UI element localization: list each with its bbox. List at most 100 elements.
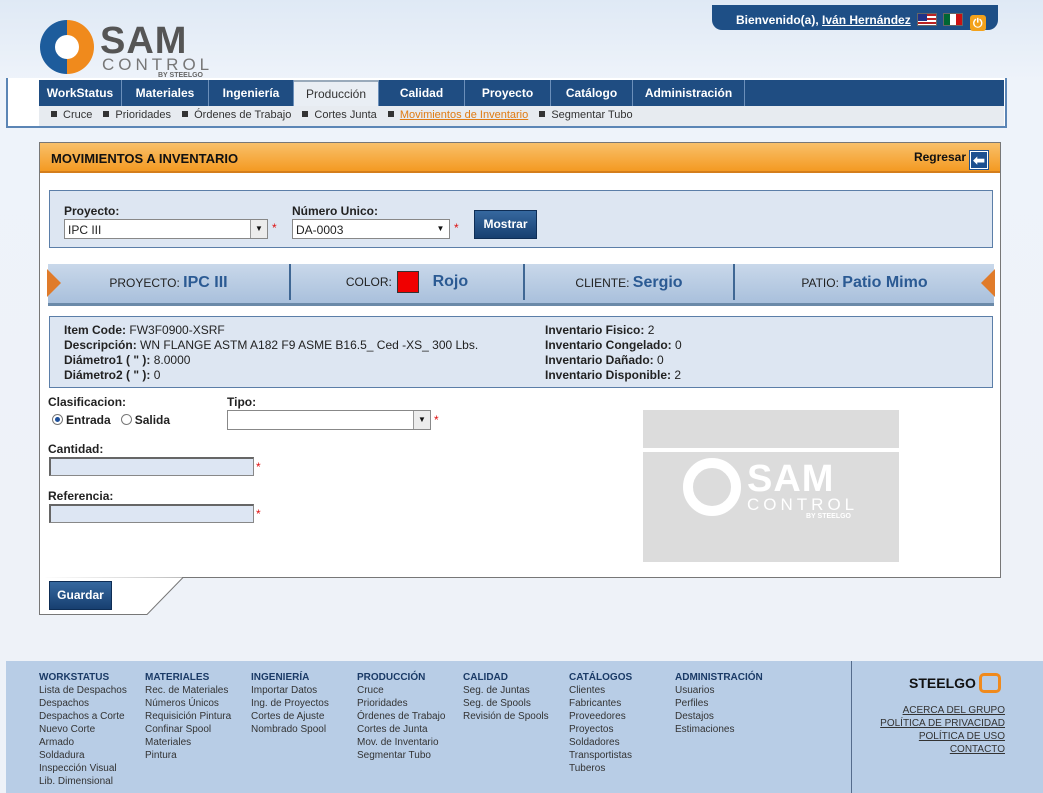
- nav-catalogo[interactable]: Catálogo: [551, 80, 633, 106]
- footer-link[interactable]: Importar Datos: [251, 684, 329, 697]
- nav-ingenieria[interactable]: Ingeniería: [209, 80, 294, 106]
- footer-link[interactable]: Perfiles: [675, 697, 763, 710]
- item-code-label: Item Code:: [64, 323, 127, 337]
- nav-calidad[interactable]: Calidad: [379, 80, 465, 106]
- footer-link[interactable]: Lista de Despachos: [39, 684, 127, 697]
- footer-link[interactable]: Nuevo Corte: [39, 723, 127, 736]
- tipo-select[interactable]: ▼: [227, 410, 431, 430]
- footer-link[interactable]: Números Únicos: [145, 697, 231, 710]
- descripcion-value: WN FLANGE ASTM A182 F9 ASME B16.5_ Ced -…: [140, 338, 479, 352]
- referencia-input[interactable]: [49, 504, 254, 523]
- subnav-segmentar[interactable]: Segmentar Tubo: [551, 109, 632, 121]
- us-flag-icon[interactable]: [917, 13, 938, 26]
- inv-fisico-line: Inventario Fisico: 2: [545, 323, 654, 337]
- chevron-down-icon[interactable]: ▼: [250, 220, 267, 238]
- back-arrow-icon[interactable]: ⬅: [969, 150, 989, 170]
- footer-link[interactable]: Nombrado Spool: [251, 723, 329, 736]
- steelgo-logo[interactable]: STEELGO: [909, 673, 1001, 693]
- footer-link[interactable]: Prioridades: [357, 697, 445, 710]
- mostrar-button[interactable]: Mostrar: [474, 210, 537, 239]
- bullet-icon: [387, 111, 394, 117]
- footer-link[interactable]: Cortes de Ajuste: [251, 710, 329, 723]
- footer-link[interactable]: Cortes de Junta: [357, 723, 445, 736]
- guardar-button[interactable]: Guardar: [49, 581, 112, 610]
- footer-link[interactable]: Ing. de Proyectos: [251, 697, 329, 710]
- arrow-left-icon: [47, 269, 61, 297]
- band-patio: PATIO: Patio Mimo: [735, 264, 994, 300]
- user-name-link[interactable]: Iván Hernández: [822, 13, 911, 27]
- radio-salida[interactable]: [120, 414, 132, 425]
- band-cliente-label: CLIENTE:: [575, 276, 630, 290]
- footer-link[interactable]: Revisión de Spools: [463, 710, 549, 723]
- footer-link[interactable]: Requisición Pintura: [145, 710, 231, 723]
- inv-congelado-label: Inventario Congelado:: [545, 338, 672, 352]
- footer-link[interactable]: Soldadores: [569, 736, 632, 749]
- radio-entrada[interactable]: [52, 414, 63, 425]
- sam-control-logo[interactable]: SAM CONTROL BY STEELGO: [38, 18, 218, 80]
- welcome-bar: Bienvenido(a), Iván Hernández ⏻: [712, 5, 998, 31]
- footer-link[interactable]: Transportistas: [569, 749, 632, 762]
- footer-link[interactable]: Seg. de Juntas: [463, 684, 549, 697]
- footer-link[interactable]: Fabricantes: [569, 697, 632, 710]
- numero-unico-select[interactable]: DA-0003 ▼: [292, 219, 450, 239]
- footer-link[interactable]: Cruce: [357, 684, 445, 697]
- subnav-movimientos[interactable]: Movimientos de Inventario: [400, 109, 528, 121]
- footer-link[interactable]: Despachos a Corte: [39, 710, 127, 723]
- nav-workstatus[interactable]: WorkStatus: [39, 80, 122, 106]
- back-link[interactable]: Regresar ⬅: [914, 150, 989, 170]
- diametro2-value: 0: [153, 368, 161, 382]
- numero-unico-value: DA-0003: [296, 223, 344, 237]
- footer-link[interactable]: Clientes: [569, 684, 632, 697]
- chevron-down-icon[interactable]: ▼: [432, 220, 449, 238]
- mx-flag-icon[interactable]: [943, 13, 964, 26]
- inv-disponible-line: Inventario Disponible: 2: [545, 368, 681, 382]
- footer-link[interactable]: Despachos: [39, 697, 127, 710]
- footer-link[interactable]: Órdenes de Trabajo: [357, 710, 445, 723]
- footer-link[interactable]: Mov. de Inventario: [357, 736, 445, 749]
- diametro1-label: Diámetro1 ( " ):: [64, 353, 151, 367]
- inv-congelado-line: Inventario Congelado: 0: [545, 338, 682, 352]
- cantidad-input[interactable]: [49, 457, 254, 476]
- entrada-label[interactable]: Entrada: [66, 413, 111, 427]
- footer-link[interactable]: Usuarios: [675, 684, 763, 697]
- back-label[interactable]: Regresar: [914, 150, 966, 164]
- subnav-ordenes[interactable]: Órdenes de Trabajo: [194, 109, 291, 121]
- footer-link-contacto[interactable]: CONTACTO: [880, 743, 1005, 756]
- footer-link[interactable]: Proyectos: [569, 723, 632, 736]
- footer-link-uso[interactable]: POLÍTICA DE USO: [880, 730, 1005, 743]
- nav-produccion[interactable]: Producción: [294, 80, 379, 106]
- nav-proyecto[interactable]: Proyecto: [465, 80, 551, 106]
- nav-materiales[interactable]: Materiales: [122, 80, 209, 106]
- footer-link[interactable]: Destajos: [675, 710, 763, 723]
- footer-link[interactable]: Proveedores: [569, 710, 632, 723]
- subnav-cortes-junta[interactable]: Cortes Junta: [314, 109, 376, 121]
- footer-link[interactable]: Soldadura: [39, 749, 127, 762]
- footer-link-acerca[interactable]: ACERCA DEL GRUPO: [880, 704, 1005, 717]
- footer-link[interactable]: Pintura: [145, 749, 231, 762]
- footer-link[interactable]: Tuberos: [569, 762, 632, 775]
- subnav-cruce[interactable]: Cruce: [63, 109, 92, 121]
- footer-col-calidad: CALIDAD Seg. de Juntas Seg. de Spools Re…: [463, 671, 549, 723]
- footer-link[interactable]: Materiales: [145, 736, 231, 749]
- footer-link-privacidad[interactable]: POLÍTICA DE PRIVACIDAD: [880, 717, 1005, 730]
- color-swatch: [397, 271, 420, 293]
- proyecto-select[interactable]: IPC III ▼: [64, 219, 268, 239]
- footer-link[interactable]: Confinar Spool: [145, 723, 231, 736]
- footer-link[interactable]: Seg. de Spools: [463, 697, 549, 710]
- logo-mark-icon: [40, 20, 94, 74]
- salida-label[interactable]: Salida: [135, 413, 170, 427]
- chevron-down-icon[interactable]: ▼: [413, 411, 430, 429]
- footer-link[interactable]: Armado: [39, 736, 127, 749]
- watermark-brand: SAM: [747, 458, 835, 500]
- nav-administracion[interactable]: Administración: [633, 80, 745, 106]
- footer-col-workstatus: WORKSTATUS Lista de Despachos Despachos …: [39, 671, 127, 788]
- footer-link[interactable]: Estimaciones: [675, 723, 763, 736]
- footer-link[interactable]: Inspección Visual: [39, 762, 127, 775]
- required-mark: *: [454, 221, 459, 235]
- footer-link[interactable]: Segmentar Tubo: [357, 749, 445, 762]
- footer-link[interactable]: Rec. de Materiales: [145, 684, 231, 697]
- power-icon[interactable]: ⏻: [969, 15, 986, 31]
- save-tab: Guardar: [39, 577, 184, 615]
- footer-link[interactable]: Lib. Dimensional: [39, 775, 127, 788]
- subnav-prioridades[interactable]: Prioridades: [115, 109, 171, 121]
